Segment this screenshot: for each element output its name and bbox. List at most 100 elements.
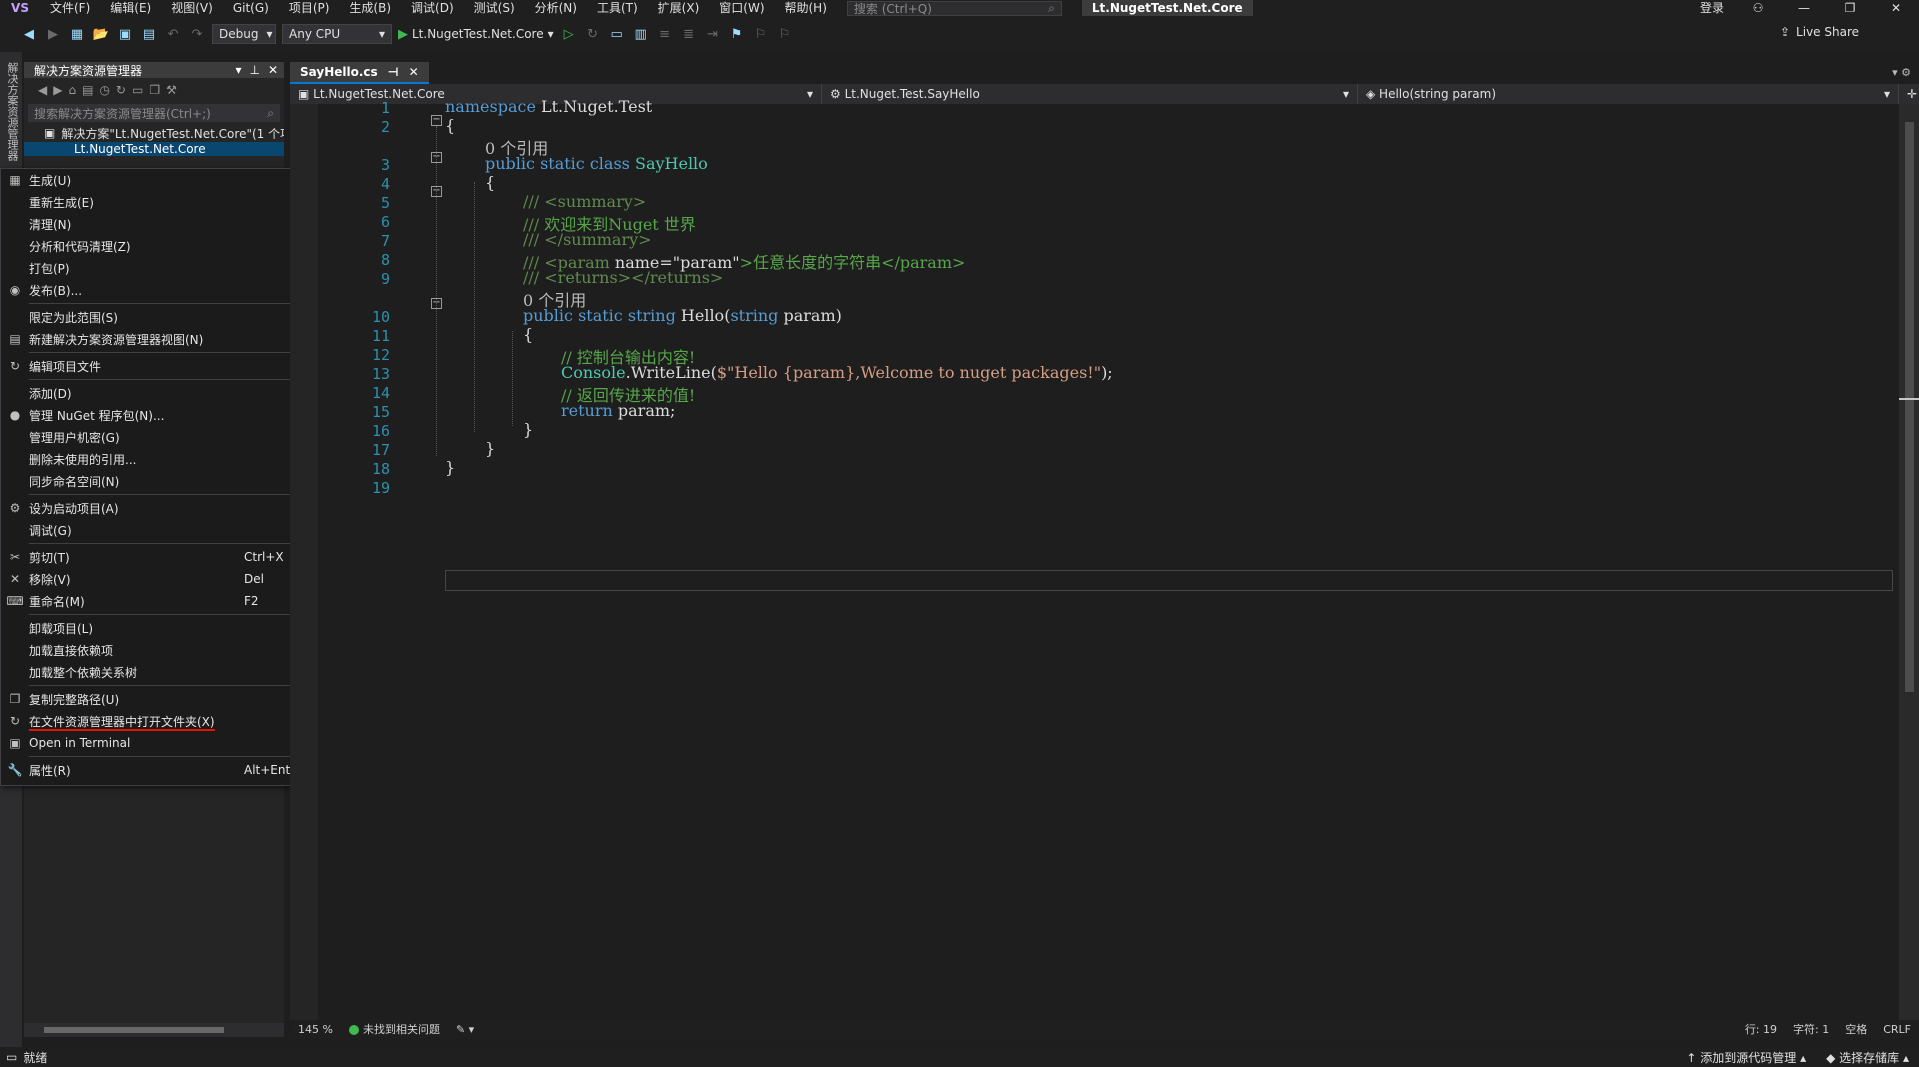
bookmark-prev-icon[interactable]: ⚐ <box>752 25 770 43</box>
context-menu-item[interactable]: ▤ 新建解决方案资源管理器视图(N) <box>1 328 330 350</box>
uncomment-icon[interactable]: ≣ <box>680 25 698 43</box>
layout-icon[interactable]: ▥ <box>632 25 650 43</box>
menu-item[interactable]: 测试(S) <box>464 0 525 16</box>
context-menu-item[interactable]: 加载整个依赖关系树 <box>1 661 330 683</box>
context-menu-item[interactable]: 加载直接依赖项 <box>1 639 330 661</box>
vertical-scrollbar[interactable] <box>1899 104 1919 1020</box>
eol-info[interactable]: CRLF <box>1875 1023 1919 1036</box>
minimize-button[interactable]: — <box>1781 0 1827 16</box>
refresh-icon[interactable]: ↻ <box>116 83 126 97</box>
wrench-icon[interactable]: ⚒ <box>166 83 177 97</box>
start-without-debug-icon[interactable]: ▷ <box>560 25 578 43</box>
context-menu-item[interactable]: 打包(P) <box>1 257 330 279</box>
context-menu-item[interactable]: 管理用户机密(G) <box>1 426 330 448</box>
context-menu-item[interactable]: ↻ 编辑项目文件 <box>1 355 330 377</box>
menu-item[interactable]: 项目(P) <box>279 0 340 16</box>
select-repo-button[interactable]: ◆ 选择存储库 ▴ <box>1826 1049 1909 1066</box>
menu-item[interactable]: 视图(V) <box>161 0 223 16</box>
scrollbar-thumb[interactable] <box>44 1027 224 1033</box>
issues-indicator[interactable]: 未找到相关问题 <box>341 1021 448 1037</box>
hot-reload-icon[interactable]: ↻ <box>584 25 602 43</box>
context-menu-item[interactable]: 重新生成(E) <box>1 191 330 213</box>
show-all-files-icon[interactable]: ❐ <box>149 83 160 97</box>
context-menu-item[interactable]: 清理(N) <box>1 213 330 235</box>
gear-icon[interactable]: ⚙ <box>1901 66 1911 79</box>
close-button[interactable]: ✕ <box>1873 0 1919 16</box>
char-info[interactable]: 字符: 1 <box>1785 1021 1837 1037</box>
config-select[interactable]: Debug ▾ <box>212 24 276 44</box>
pin-icon[interactable]: ⊣ <box>388 65 399 79</box>
line-info[interactable]: 行: 19 <box>1737 1021 1785 1037</box>
scrollbar-thumb[interactable] <box>1905 122 1914 692</box>
context-menu-item[interactable]: ⚙ 设为启动项目(A) <box>1 497 330 519</box>
project-node[interactable]: Lt.NugetTest.Net.Core <box>24 142 284 156</box>
whitespace-info[interactable]: 空格 <box>1837 1021 1875 1037</box>
run-button[interactable]: ▶ Lt.NugetTest.Net.Core ▾ <box>398 27 554 42</box>
nav-class-select[interactable]: ⚙ Lt.Nuget.Test.SayHello ▾ <box>822 84 1358 104</box>
split-editor-button[interactable]: ✛ <box>1899 84 1919 104</box>
context-menu-item[interactable]: ✕ 移除(V) Del <box>1 568 330 590</box>
context-menu-item[interactable]: ⌨ 重命名(M) F2 <box>1 590 330 612</box>
fold-toggle-icon[interactable]: − <box>431 115 442 126</box>
context-menu-item[interactable]: 调试(G)▶ <box>1 519 330 541</box>
menu-item[interactable]: Git(G) <box>223 0 279 16</box>
bookmark-icon[interactable]: ⚑ <box>728 25 746 43</box>
menu-item[interactable]: 扩展(X) <box>648 0 710 16</box>
back-icon[interactable]: ◀ <box>20 25 38 43</box>
comment-icon[interactable]: ≡ <box>656 25 674 43</box>
forward-icon[interactable]: ▶ <box>44 25 62 43</box>
context-menu-item[interactable]: ◉ 发布(B)... <box>1 279 330 301</box>
switch-view-icon[interactable]: ▤ <box>82 83 93 97</box>
context-menu-item[interactable]: 添加(D)▶ <box>1 382 330 404</box>
login-link[interactable]: 登录 <box>1689 0 1735 16</box>
context-menu-item[interactable]: ❐ 复制完整路径(U) <box>1 688 330 710</box>
context-menu-item[interactable]: ✂ 剪切(T) Ctrl+X <box>1 546 330 568</box>
live-share-button[interactable]: ⇪ Live Share <box>1780 25 1859 39</box>
user-icon[interactable]: ⚇ <box>1735 0 1781 16</box>
menu-item[interactable]: 窗口(W) <box>709 0 774 16</box>
restore-button[interactable]: ❐ <box>1827 0 1873 16</box>
context-menu-item[interactable]: ▣ Open in Terminal <box>1 732 330 754</box>
chevron-down-icon[interactable]: ▾ <box>235 63 241 77</box>
history-icon[interactable]: ◷ <box>99 83 109 97</box>
indent-icon[interactable]: ⇥ <box>704 25 722 43</box>
undo-icon[interactable]: ↶ <box>164 25 182 43</box>
horizontal-scrollbar[interactable] <box>24 1023 284 1037</box>
save-icon[interactable]: ▣ <box>116 25 134 43</box>
context-menu-item[interactable]: ▦ 生成(U) <box>1 169 330 191</box>
menu-item[interactable]: 调试(D) <box>401 0 464 16</box>
tab-sayhello-cs[interactable]: SayHello.cs ⊣ ✕ <box>290 62 429 84</box>
menu-item[interactable]: 生成(B) <box>339 0 401 16</box>
solution-explorer-tab[interactable]: 解决方案资源管理器 <box>4 62 20 161</box>
output-icon[interactable]: ▭ <box>0 1050 23 1064</box>
menu-item[interactable]: 工具(T) <box>587 0 648 16</box>
chevron-down-icon[interactable]: ▾ <box>1892 66 1898 79</box>
menu-item[interactable]: 编辑(E) <box>100 0 161 16</box>
close-icon[interactable]: ✕ <box>268 63 278 77</box>
platform-select[interactable]: Any CPU ▾ <box>282 24 392 44</box>
context-menu-item[interactable]: ● 管理 NuGet 程序包(N)... <box>1 404 330 426</box>
zoom-level[interactable]: 145 % <box>290 1023 341 1036</box>
context-menu-item[interactable]: 同步命名空间(N) <box>1 470 330 492</box>
solution-search-input[interactable]: 搜索解决方案资源管理器(Ctrl+;) ⌕ <box>28 104 280 122</box>
context-menu-item[interactable]: ↻ 在文件资源管理器中打开文件夹(X) <box>1 710 330 732</box>
solution-root-node[interactable]: ▣ 解决方案"Lt.NugetTest.Net.Core"(1 个项 <box>24 124 284 142</box>
context-menu-item[interactable]: 🔧 属性(R) Alt+Enter <box>1 759 330 781</box>
new-project-icon[interactable]: ▦ <box>68 25 86 43</box>
forward-icon[interactable]: ▶ <box>53 83 62 97</box>
bookmark-next-icon[interactable]: ⚐ <box>776 25 794 43</box>
context-menu-item[interactable]: 卸载项目(L) <box>1 617 330 639</box>
menu-item[interactable]: 分析(N) <box>525 0 587 16</box>
context-menu-item[interactable]: 限定为此范围(S) <box>1 306 330 328</box>
open-icon[interactable]: 📂 <box>92 25 110 43</box>
code-editor[interactable]: 1 2 3 4 5 6 7 8 9 10 11 12 13 14 15 16 17 18 19 − − − − na… <box>290 97 1899 1020</box>
context-menu-item[interactable]: 分析和代码清理(Z)▶ <box>1 235 330 257</box>
pin-icon[interactable]: ⊥ <box>249 63 259 77</box>
home-icon[interactable]: ⌂ <box>68 83 76 97</box>
browser-link-icon[interactable]: ▭ <box>608 25 626 43</box>
close-icon[interactable]: ✕ <box>409 65 419 79</box>
menu-item[interactable]: 帮助(H) <box>775 0 837 16</box>
menu-item[interactable]: 文件(F) <box>40 0 100 16</box>
global-search-box[interactable]: 搜索 (Ctrl+Q) ⌕ <box>846 0 1062 16</box>
context-menu-item[interactable]: 删除未使用的引用... <box>1 448 330 470</box>
